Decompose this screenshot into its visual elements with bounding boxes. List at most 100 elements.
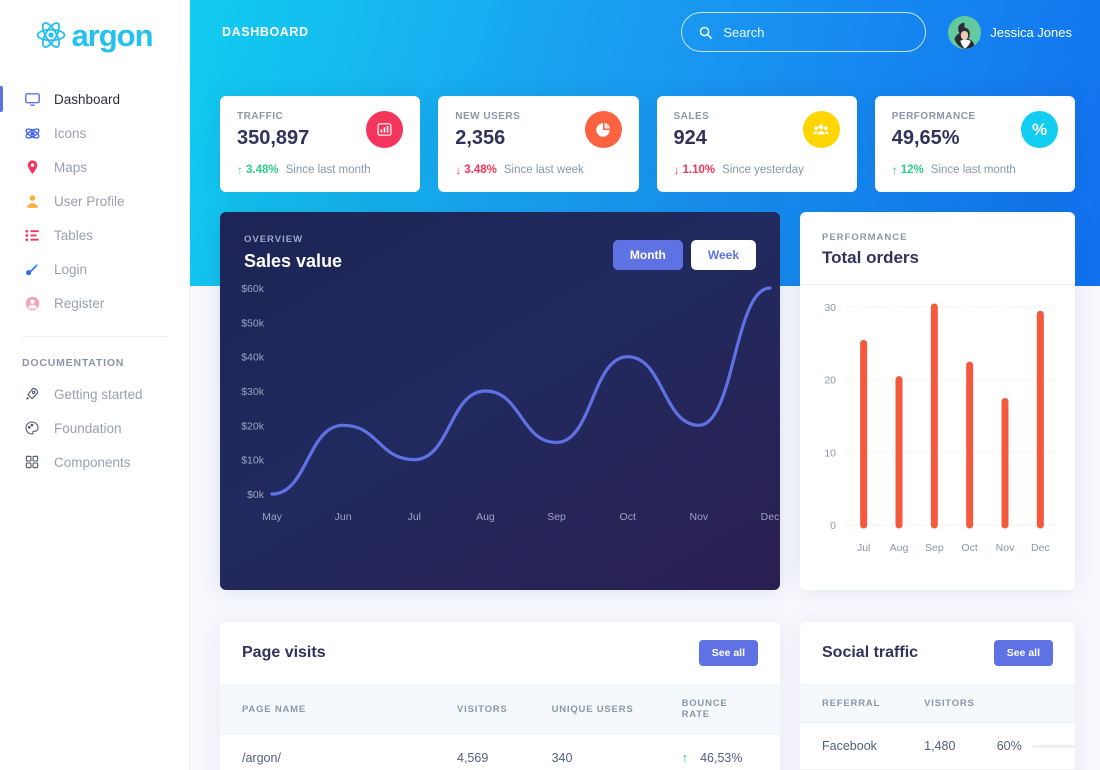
stat-card-traffic[interactable]: TRAFFIC 350,897 ↑ 3.48% Since last month bbox=[220, 96, 421, 192]
column-page-name: PAGE NAME bbox=[220, 685, 435, 734]
bounce-value: 46,53% bbox=[700, 750, 743, 765]
page-visits-title: Page visits bbox=[242, 644, 326, 661]
arrow-up-icon: ↑ bbox=[237, 163, 243, 177]
sales-title: Sales value bbox=[244, 251, 343, 271]
svg-text:Sep: Sep bbox=[925, 542, 944, 554]
stat-delta: ↑ 12% bbox=[892, 163, 924, 177]
sidebar-item-label: Getting started bbox=[54, 386, 143, 402]
svg-text:20: 20 bbox=[824, 375, 836, 387]
svg-text:Jul: Jul bbox=[857, 542, 870, 554]
month-button[interactable]: Month bbox=[612, 240, 683, 270]
bar-chart-icon bbox=[366, 111, 404, 148]
social-traffic-title: Social traffic bbox=[822, 644, 919, 661]
search-input[interactable] bbox=[723, 24, 894, 40]
stat-card-sales[interactable]: SALES 924 ↓ 1.10% Since yesterday bbox=[656, 96, 857, 192]
svg-text:$50k: $50k bbox=[241, 317, 265, 329]
progress-track bbox=[1031, 744, 1075, 748]
sidebar-item-icons[interactable]: Icons bbox=[0, 116, 189, 150]
brand-logo[interactable]: argon bbox=[0, 0, 189, 64]
orders-title: Total orders bbox=[822, 248, 919, 267]
svg-text:Aug: Aug bbox=[476, 511, 495, 523]
svg-text:Jun: Jun bbox=[335, 511, 352, 523]
stat-delta-value: 3.48% bbox=[464, 164, 497, 176]
sidebar-item-label: Login bbox=[54, 261, 88, 277]
pie-chart-icon bbox=[584, 111, 622, 148]
arrow-down-icon: ↓ bbox=[455, 163, 462, 177]
sidebar-nav: Dashboard Icons Maps User Profile Tables… bbox=[0, 64, 189, 479]
stat-value: 350,897 bbox=[237, 127, 310, 149]
cell-unique-users: 340 bbox=[529, 733, 660, 770]
dashboard-page: argon Dashboard Icons Maps User Profile … bbox=[0, 0, 1100, 770]
user-circle-icon bbox=[22, 293, 42, 313]
stat-since: Since last month bbox=[285, 164, 371, 176]
sidebar-item-label: Components bbox=[54, 454, 131, 470]
stat-delta: ↓ 3.48% bbox=[455, 163, 497, 177]
sidebar-item-user-profile[interactable]: User Profile bbox=[0, 184, 189, 218]
svg-text:$10k: $10k bbox=[241, 455, 265, 467]
social-traffic-table: REFERRAL VISITORS Facebook 1,480 60% bbox=[800, 685, 1075, 770]
sidebar-item-components[interactable]: Components bbox=[0, 445, 189, 479]
week-button[interactable]: Week bbox=[690, 240, 756, 270]
svg-text:$40k: $40k bbox=[241, 352, 265, 364]
stat-value: 49,65% bbox=[891, 127, 960, 149]
user-menu[interactable]: Jessica Jones bbox=[948, 15, 1072, 49]
arrow-up-icon: ↑ bbox=[681, 750, 689, 765]
total-orders-bar-chart: 0 10 20 30 Jul Aug Sep Oct Nov Dec bbox=[824, 302, 1058, 554]
page-visits-table: PAGE NAME VISITORS UNIQUE USERS BOUNCE R… bbox=[220, 685, 780, 770]
svg-text:Nov: Nov bbox=[996, 542, 1015, 554]
react-atom-icon bbox=[36, 20, 66, 50]
stat-delta: ↑ 3.48% bbox=[237, 163, 279, 177]
sidebar-item-foundation[interactable]: Foundation bbox=[0, 411, 189, 445]
svg-text:Dec: Dec bbox=[761, 511, 780, 523]
cell-referral: Facebook bbox=[800, 722, 903, 770]
svg-text:Dec: Dec bbox=[1031, 542, 1050, 554]
sidebar-item-label: Dashboard bbox=[54, 91, 121, 107]
sidebar-item-tables[interactable]: Tables bbox=[0, 218, 189, 252]
stat-since: Since last month bbox=[930, 164, 1016, 176]
social-traffic-card: Social traffic See all REFERRAL VISITORS… bbox=[800, 622, 1075, 770]
cell-visitors: 1,480 bbox=[902, 722, 997, 770]
table-row[interactable]: Facebook 1,480 60% bbox=[800, 722, 1075, 770]
chart-range-toggle: Month Week bbox=[612, 234, 756, 270]
user-icon bbox=[22, 191, 42, 211]
svg-text:$60k: $60k bbox=[241, 283, 265, 295]
stat-delta-value: 3.48% bbox=[246, 164, 279, 176]
svg-text:10: 10 bbox=[824, 447, 836, 459]
sidebar-item-getting-started[interactable]: Getting started bbox=[0, 377, 189, 411]
share-percent: 60% bbox=[996, 739, 1022, 753]
stat-card-new-users[interactable]: NEW USERS 2,356 ↓ 3.48% Since last week bbox=[438, 96, 639, 192]
sidebar: argon Dashboard Icons Maps User Profile … bbox=[0, 0, 190, 770]
sidebar-item-label: User Profile bbox=[54, 193, 125, 209]
stat-value: 924 bbox=[673, 127, 707, 149]
table-header-row: REFERRAL VISITORS bbox=[800, 685, 1075, 723]
table-header-row: PAGE NAME VISITORS UNIQUE USERS BOUNCE R… bbox=[220, 685, 780, 734]
search-box[interactable] bbox=[681, 12, 927, 52]
sidebar-item-label: Maps bbox=[54, 159, 88, 175]
rocket-icon bbox=[22, 384, 42, 404]
sidebar-item-login[interactable]: Login bbox=[0, 252, 189, 286]
key-icon bbox=[22, 259, 42, 279]
arrow-down-icon: ↓ bbox=[673, 163, 680, 177]
users-icon bbox=[802, 111, 840, 148]
sidebar-item-register[interactable]: Register bbox=[0, 286, 189, 320]
sidebar-item-label: Register bbox=[54, 295, 105, 311]
stats-row: TRAFFIC 350,897 ↑ 3.48% Since last month bbox=[220, 96, 1075, 192]
svg-text:Sep: Sep bbox=[547, 511, 566, 523]
search-icon bbox=[698, 25, 713, 40]
brand-name: argon bbox=[71, 17, 153, 53]
stat-card-performance[interactable]: PERFORMANCE 49,65% % ↑ 12% Since last mo… bbox=[874, 96, 1075, 192]
column-bounce-rate: BOUNCE RATE bbox=[659, 685, 780, 734]
stat-value: 2,356 bbox=[455, 127, 506, 149]
cell-page-name: /argon/ bbox=[220, 733, 435, 770]
components-icon bbox=[22, 452, 42, 472]
sidebar-item-dashboard[interactable]: Dashboard bbox=[0, 82, 189, 116]
sidebar-item-maps[interactable]: Maps bbox=[0, 150, 189, 184]
see-all-button[interactable]: See all bbox=[698, 640, 758, 666]
stat-label: NEW USERS bbox=[455, 111, 521, 122]
svg-text:Nov: Nov bbox=[690, 511, 709, 523]
sidebar-item-label: Foundation bbox=[54, 420, 122, 436]
stat-label: TRAFFIC bbox=[237, 111, 284, 122]
see-all-button[interactable]: See all bbox=[993, 640, 1053, 666]
svg-text:Aug: Aug bbox=[890, 542, 909, 554]
table-row[interactable]: /argon/ 4,569 340 ↑ 46,53% bbox=[220, 733, 780, 770]
